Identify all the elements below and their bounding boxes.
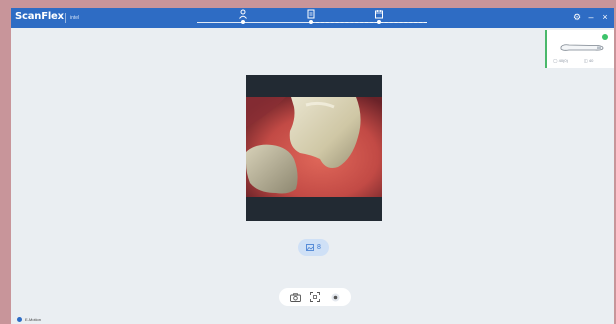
scanner-stat-right: ◫ 40 bbox=[584, 58, 594, 63]
focus-frame-icon bbox=[310, 292, 320, 302]
record-button[interactable] bbox=[328, 291, 342, 303]
settings-button[interactable]: ⚙ bbox=[572, 12, 582, 22]
scanner-stat-left: ◯ 40(0) bbox=[553, 58, 568, 63]
app-logo: ScanFlex bbox=[15, 11, 64, 22]
camera-icon bbox=[289, 292, 301, 302]
minimize-button[interactable]: – bbox=[586, 12, 596, 22]
image-count-value: 8 bbox=[317, 244, 321, 251]
device-status-label: E-Motion bbox=[25, 317, 42, 322]
title-separator bbox=[65, 13, 66, 23]
app-version: intel bbox=[70, 15, 80, 21]
step-patient[interactable] bbox=[236, 9, 250, 24]
app-window: ScanFlex intel ⚙ – × ◯ 40(0) ◫ 40 8 E-Mo… bbox=[11, 8, 614, 324]
step-dot bbox=[241, 20, 245, 24]
step-dot bbox=[377, 20, 381, 24]
document-icon bbox=[307, 9, 315, 19]
device-status-indicator bbox=[17, 317, 22, 322]
step-dot bbox=[309, 20, 313, 24]
calendar-icon bbox=[375, 10, 383, 19]
scanner-status-card[interactable]: ◯ 40(0) ◫ 40 bbox=[545, 30, 614, 68]
intraoral-image bbox=[246, 97, 382, 197]
capture-toolbar bbox=[279, 288, 351, 306]
scan-frame-button[interactable] bbox=[308, 291, 322, 303]
device-status: E-Motion bbox=[17, 317, 41, 322]
step-progress-line-pending bbox=[311, 22, 427, 23]
image-count-badge[interactable]: 8 bbox=[298, 239, 329, 256]
step-scan[interactable] bbox=[372, 9, 386, 24]
intraoral-camera-preview bbox=[246, 75, 382, 221]
user-icon bbox=[239, 9, 247, 19]
image-gallery-icon bbox=[306, 244, 314, 251]
record-icon bbox=[331, 293, 339, 301]
close-button[interactable]: × bbox=[600, 12, 610, 22]
capture-photo-button[interactable] bbox=[288, 291, 302, 303]
step-order[interactable] bbox=[304, 9, 318, 24]
scanner-wand-icon bbox=[560, 44, 604, 51]
title-bar: ScanFlex intel ⚙ – × bbox=[11, 8, 614, 28]
